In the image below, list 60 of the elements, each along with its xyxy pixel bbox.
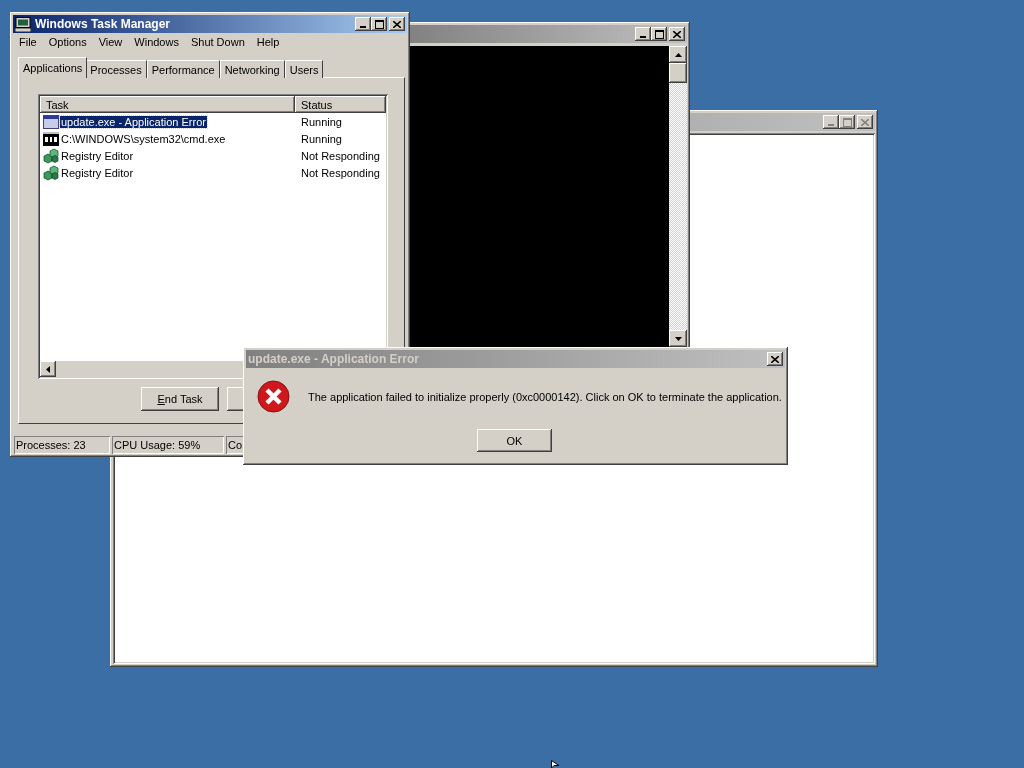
menu-item[interactable]: File [13, 36, 43, 48]
scroll-up-button[interactable] [669, 46, 687, 63]
close-button[interactable] [389, 17, 405, 31]
menu-item[interactable]: Options [42, 36, 93, 48]
maximize-button[interactable] [651, 27, 667, 41]
tab[interactable]: Performance [146, 60, 220, 78]
close-icon [673, 30, 681, 38]
maximize-icon [374, 19, 384, 29]
left-arrow-icon [46, 365, 50, 373]
menu-item[interactable]: Shut Down [184, 36, 251, 48]
maximize-icon [842, 117, 852, 127]
error-message: The application failed to initialize properly (0xc0000142). Click on OK to terminate the application. [308, 390, 782, 403]
tab[interactable]: Users [284, 60, 324, 78]
close-icon [861, 118, 869, 126]
task-name[interactable]: C:\WINDOWS\system32\cmd.exe [60, 132, 227, 145]
task-status: Not Responding [300, 149, 380, 162]
column-header[interactable]: Task [40, 96, 295, 113]
status-pane: Processes: 23 [14, 436, 110, 454]
tab[interactable]: Networking [219, 60, 285, 78]
monitor-icon [15, 16, 31, 32]
status-pane: CPU Usage: 59% [112, 436, 224, 454]
scroll-thumb[interactable] [669, 63, 687, 83]
end-task-button[interactable]: End Task [141, 387, 219, 411]
scroll-down-button[interactable] [669, 330, 687, 347]
down-arrow-icon [674, 336, 682, 341]
task-status: Not Responding [300, 166, 380, 179]
console-icon [43, 131, 59, 146]
maximize-icon [654, 29, 664, 39]
column-header[interactable]: Status [295, 96, 386, 113]
maximize-button[interactable] [371, 17, 387, 31]
minimize-button[interactable] [635, 27, 651, 41]
close-button[interactable] [669, 27, 685, 41]
menu-item[interactable]: View [92, 36, 129, 48]
task-status: Running [300, 132, 342, 145]
tab[interactable]: Applications [18, 57, 88, 78]
up-arrow-icon [674, 52, 682, 57]
cubes-icon [43, 147, 59, 164]
tab[interactable]: Processes [85, 60, 147, 78]
ok-button[interactable]: OK [477, 429, 552, 452]
scrollbar[interactable] [669, 46, 687, 347]
cubes-icon [43, 164, 59, 181]
minimize-button[interactable] [355, 17, 371, 31]
menu-item[interactable]: Help [250, 36, 286, 48]
task-status: Running [300, 115, 342, 128]
close-button[interactable] [857, 115, 873, 129]
scroll-left-button[interactable] [40, 361, 56, 377]
dialog-title: update.exe - Application Error [248, 352, 420, 366]
error-icon [257, 380, 290, 413]
task-name[interactable]: Registry Editor [60, 149, 135, 162]
close-icon [771, 355, 779, 363]
mouse-cursor-icon [551, 760, 560, 768]
task-name[interactable]: update.exe - Application Error [60, 115, 207, 128]
window-icon [43, 114, 59, 129]
close-icon [393, 20, 401, 28]
maximize-button[interactable] [839, 115, 855, 129]
close-button[interactable] [767, 352, 783, 366]
minimize-button[interactable] [823, 115, 839, 129]
menu-item[interactable]: Windows [128, 36, 185, 48]
window-title: Windows Task Manager [35, 17, 172, 31]
task-name[interactable]: Registry Editor [60, 166, 135, 179]
